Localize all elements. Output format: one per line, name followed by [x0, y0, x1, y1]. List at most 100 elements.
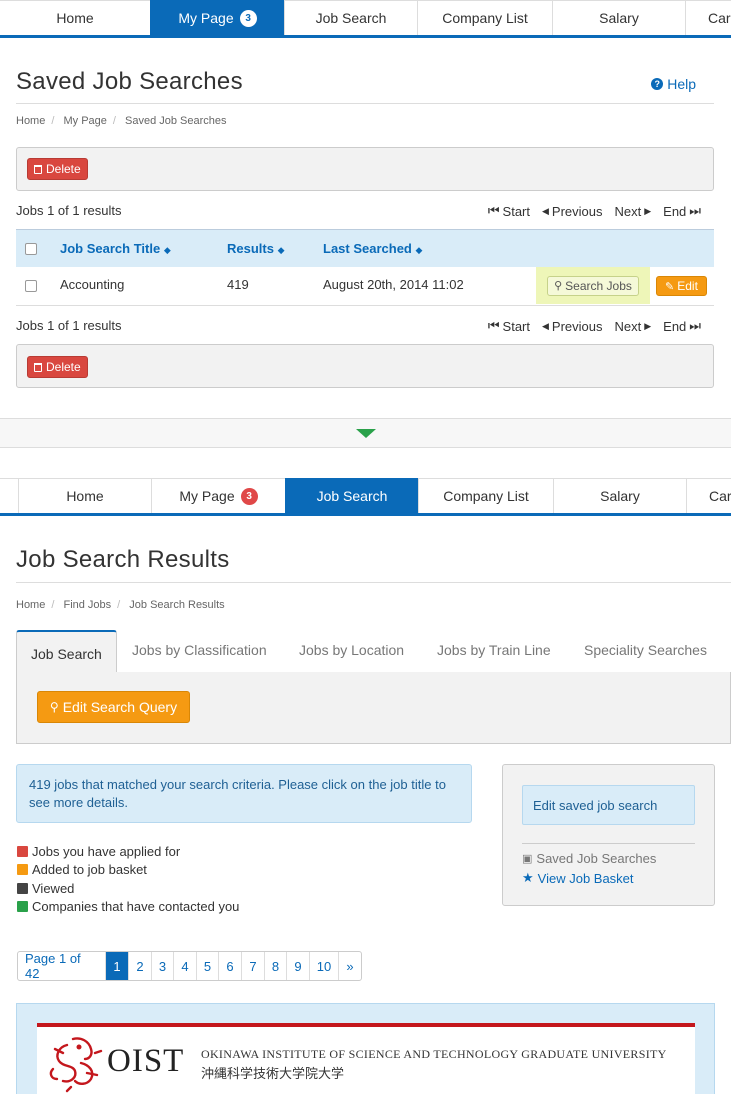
row-checkbox[interactable]	[25, 280, 37, 292]
results-title-divider	[16, 582, 731, 583]
nav-tab-career[interactable]: Car	[686, 478, 731, 513]
help-link[interactable]: ? Help	[651, 76, 696, 92]
page-10[interactable]: 10	[310, 952, 339, 980]
breadcrumb-home[interactable]: Home	[16, 115, 45, 127]
page-9[interactable]: 9	[287, 952, 310, 980]
tab-jobs-by-location[interactable]: Jobs by Location	[299, 642, 404, 658]
column-title-label: Job Search Title	[60, 241, 161, 256]
edit-label: Edit	[677, 279, 698, 293]
page-7[interactable]: 7	[242, 952, 265, 980]
pager-previous-label: Previous	[551, 203, 603, 219]
nav-tab-my-page[interactable]: My Page 3	[150, 0, 284, 35]
delete-button[interactable]: Delete	[27, 158, 88, 180]
pager-previous[interactable]: ◀ Previous	[542, 318, 603, 334]
nav-tab-salary[interactable]: Salary	[552, 0, 685, 35]
caret-right-icon: ▶	[644, 320, 652, 331]
institution-name-jp: 沖縄科学技術大学院大学	[201, 1067, 345, 1082]
nav-tab-label: Home	[56, 10, 94, 26]
select-all-checkbox[interactable]	[25, 243, 37, 255]
pager-start[interactable]: ⏮ Start	[488, 318, 530, 334]
tab-job-search[interactable]: Job Search	[16, 630, 117, 674]
column-header-results[interactable]: Results ◆	[227, 241, 285, 256]
search-icon: ⚲	[554, 280, 563, 292]
last-page-icon: ⏭	[689, 318, 701, 333]
pager-next-label: Next	[614, 318, 642, 334]
edit-button[interactable]: ✎ Edit	[656, 276, 707, 296]
caret-left-icon: ◀	[542, 320, 549, 331]
search-jobs-button[interactable]: ⚲ Search Jobs	[547, 275, 639, 296]
dark-square-icon	[17, 883, 28, 894]
table-row: Accounting 419 August 20th, 2014 11:02 ⚲…	[16, 267, 714, 306]
page-4[interactable]: 4	[174, 952, 197, 980]
legend-item-applied: Jobs you have applied for	[17, 844, 180, 859]
view-job-basket-link[interactable]: ★ View Job Basket	[522, 870, 634, 886]
column-header-last-searched[interactable]: Last Searched ◆	[323, 241, 422, 256]
nav-tab-company-list[interactable]: Company List	[417, 0, 552, 35]
pager-end[interactable]: End ⏭	[663, 318, 701, 334]
pager-end[interactable]: End ⏭	[663, 203, 701, 219]
pager-start[interactable]: ⏮ Start	[488, 203, 530, 219]
legend-label: Viewed	[32, 881, 75, 896]
edit-icon: ✎	[665, 280, 675, 293]
legend-label: Jobs you have applied for	[32, 844, 181, 859]
saved-job-searches-link[interactable]: ▣ Saved Job Searches	[522, 851, 656, 866]
pager-start-label: Start	[502, 203, 530, 219]
page-next[interactable]: »	[339, 952, 361, 980]
nav-tab-home[interactable]: Home	[0, 0, 150, 35]
page-title: Saved Job Searches	[16, 68, 243, 95]
delete-label: Delete	[46, 360, 81, 374]
sidebar-panel: Edit saved job search ▣ Saved Job Searche…	[502, 764, 715, 906]
column-results-label: Results	[227, 241, 274, 256]
pager-start-label: Start	[502, 318, 530, 334]
institution-name-en: OKINAWA INSTITUTE OF SCIENCE AND TECHNOL…	[201, 1047, 667, 1061]
breadcrumb-find-jobs[interactable]: Find Jobs	[63, 599, 111, 611]
results-title: Job Search Results	[16, 546, 230, 573]
page-3[interactable]: 3	[152, 952, 174, 980]
column-header-title[interactable]: Job Search Title ◆	[60, 241, 171, 256]
row-last-searched: August 20th, 2014 11:02	[323, 277, 464, 292]
trash-icon	[34, 164, 42, 174]
search-jobs-label: Search Jobs	[565, 278, 632, 293]
help-label: Help	[667, 76, 696, 92]
nav-tab-career[interactable]: Car	[685, 0, 731, 35]
oist-logo-text: OIST	[107, 1043, 185, 1079]
nav-tab-my-page[interactable]: My Page 3	[151, 478, 285, 513]
sort-icon: ◆	[163, 245, 171, 255]
edit-saved-search-button[interactable]: Edit saved job search	[522, 785, 695, 825]
pager-next[interactable]: Next ▶	[615, 203, 652, 219]
nav-tab-company-list[interactable]: Company List	[418, 478, 553, 513]
employer-banner[interactable]: OIST OKINAWA INSTITUTE OF SCIENCE AND TE…	[37, 1023, 695, 1094]
page-5[interactable]: 5	[197, 952, 219, 980]
nav-tab-job-search[interactable]: Job Search	[284, 0, 417, 35]
delete-button[interactable]: Delete	[27, 356, 88, 378]
page-2[interactable]: 2	[129, 952, 152, 980]
first-page-icon: ⏮	[487, 318, 500, 333]
breadcrumb-current: Saved Job Searches	[125, 115, 227, 127]
pager-top: ⏮ Start ◀ Previous Next ▶ End ⏭	[488, 203, 701, 219]
breadcrumb-my-page[interactable]: My Page	[63, 115, 106, 127]
tab-speciality-searches[interactable]: Speciality Searches	[584, 642, 707, 658]
caret-right-icon: ▶	[644, 205, 652, 216]
nav-tab-label: Car	[709, 488, 731, 504]
tab-jobs-by-classification[interactable]: Jobs by Classification	[132, 642, 267, 658]
nav-tab-salary[interactable]: Salary	[553, 478, 686, 513]
nav-tab-label: Salary	[600, 488, 640, 504]
page-6[interactable]: 6	[219, 952, 242, 980]
legend-label: Companies that have contacted you	[32, 899, 240, 914]
page-8[interactable]: 8	[265, 952, 287, 980]
pager-next[interactable]: Next ▶	[615, 318, 652, 334]
tab-jobs-by-train-line[interactable]: Jobs by Train Line	[437, 642, 551, 658]
breadcrumb-home[interactable]: Home	[16, 599, 45, 611]
pager-previous[interactable]: ◀ Previous	[542, 203, 603, 219]
title-divider	[16, 103, 714, 104]
first-page-icon: ⏮	[487, 203, 500, 218]
nav-tab-job-search[interactable]: Job Search	[285, 478, 418, 513]
green-square-icon	[17, 901, 28, 912]
saved-job-searches-label: Saved Job Searches	[536, 851, 657, 866]
edit-search-query-button[interactable]: ⚲ Edit Search Query	[37, 691, 190, 723]
pagination: Page 1 of 42 1 2 3 4 5 6 7 8 9 10 »	[17, 951, 362, 981]
page-1[interactable]: 1	[106, 952, 129, 980]
search-plus-icon: ⚲	[49, 700, 59, 714]
main-nav-results: Home My Page 3 Job Search Company List Sa…	[0, 478, 731, 516]
nav-tab-home[interactable]: Home	[18, 478, 151, 513]
